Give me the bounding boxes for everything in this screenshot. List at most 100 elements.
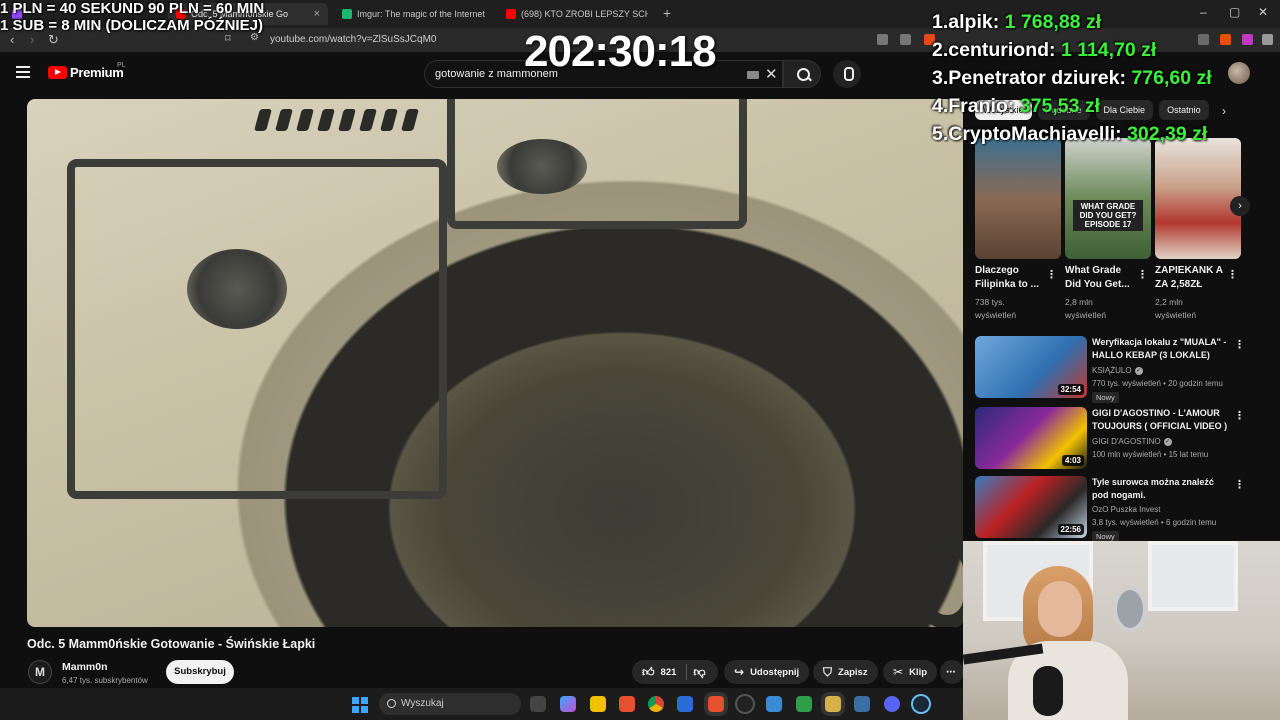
short-thumb-caption: WHAT GRADE DID YOU GET? EPISODE 17 — [1073, 200, 1143, 231]
chevron-right-icon[interactable]: › — [1222, 104, 1226, 118]
clip-button[interactable]: ✂ Klip — [883, 660, 938, 684]
channel-name[interactable]: Mamm0n — [62, 661, 108, 673]
app-icon[interactable] — [766, 696, 782, 712]
taskbar-search[interactable]: Wyszukaj — [379, 693, 521, 715]
obs-icon[interactable] — [737, 696, 753, 712]
stove-burner — [187, 249, 287, 329]
forward-icon[interactable]: › — [30, 32, 34, 47]
channel-avatar[interactable]: M — [28, 660, 52, 684]
more-vert-icon[interactable]: ⋮ — [1234, 478, 1245, 491]
youtube-logo-icon[interactable] — [48, 66, 67, 79]
extension-icon[interactable] — [1220, 34, 1231, 45]
rec-channel[interactable]: KSIĄŻULO ✓ — [1092, 366, 1143, 375]
rec-title[interactable]: Tyle surowca można znaleźć pod nogami. — [1092, 476, 1232, 501]
video-thumbnail[interactable]: 32:54 — [975, 336, 1087, 398]
thumbs-down-icon[interactable]: 👎︎ — [693, 665, 705, 680]
rec-channel[interactable]: GIGI D'AGOSTINO ✓ — [1092, 437, 1172, 446]
calculator-icon[interactable] — [854, 696, 870, 712]
close-window-icon[interactable]: ✕ — [1258, 5, 1268, 19]
rec-title[interactable]: GIGI D'AGOSTINO - L'AMOUR TOUJOURS ( OFF… — [1092, 407, 1232, 432]
hamburger-menu-icon[interactable] — [16, 66, 30, 78]
youtube-premium-logo-text[interactable]: Premium — [70, 65, 124, 80]
user-avatar[interactable] — [1228, 62, 1250, 84]
brave-icon[interactable] — [619, 696, 635, 712]
extension-icon[interactable] — [1242, 34, 1253, 45]
recommendation-item[interactable]: 32:54 Weryfikacja lokalu z "MUALA" - HAL… — [975, 336, 1275, 403]
streamer-webcam — [963, 541, 1280, 720]
pan-handle — [917, 539, 963, 627]
more-vert-icon[interactable]: ⋮ — [1234, 338, 1245, 351]
subscribe-button[interactable]: Subskrybuj — [166, 660, 234, 684]
url-field[interactable]: youtube.com/watch?v=ZlSuSsJCqM0 — [270, 34, 436, 45]
rec-channel[interactable]: OzO Puszka Invest — [1092, 505, 1160, 514]
video-thumbnail[interactable]: 22:56 — [975, 476, 1087, 538]
maximize-icon[interactable]: ▢ — [1229, 5, 1240, 19]
youtube-favicon-icon — [506, 9, 516, 19]
app-active-icon[interactable] — [825, 696, 841, 712]
rec-channel-name: GIGI D'AGOSTINO — [1092, 437, 1161, 446]
steam-icon[interactable] — [913, 696, 929, 712]
video-player[interactable] — [27, 99, 963, 627]
back-icon[interactable]: ‹ — [10, 32, 14, 47]
leader-name: Penetrator dziurek: — [948, 67, 1126, 89]
short-views: 738 tys. wyświetleń — [975, 297, 1017, 320]
file-explorer-icon[interactable] — [590, 696, 606, 712]
more-vert-icon[interactable]: ⋮ — [1227, 268, 1238, 281]
short-thumbnail[interactable] — [1155, 138, 1241, 259]
more-vert-icon[interactable]: ⋮ — [1234, 409, 1245, 422]
leader-amount: 1 114,70 zł — [1060, 39, 1157, 61]
screen: Odc. 5 Mamm0ńskie Go × Imgur: The magic … — [0, 0, 1280, 720]
keyboard-icon[interactable] — [747, 71, 759, 79]
shorts-next-button[interactable]: › — [1230, 196, 1250, 216]
more-vert-icon[interactable]: ⋮ — [1046, 268, 1057, 281]
microphone — [1033, 666, 1063, 716]
short-thumbnail[interactable] — [975, 138, 1061, 259]
like-dislike-group: 👍︎ 821 👎︎ — [632, 660, 718, 684]
short-views: 2,2 mln wyświetleń — [1155, 297, 1197, 320]
close-tab-icon[interactable]: × — [314, 8, 320, 20]
windows-start-icon[interactable] — [352, 697, 368, 713]
more-vert-icon[interactable]: ⋮ — [1137, 268, 1148, 281]
share-arrow-icon: ↪ — [734, 665, 745, 679]
short-thumbnail[interactable]: WHAT GRADE DID YOU GET? EPISODE 17 — [1065, 138, 1151, 259]
search-button[interactable] — [783, 60, 821, 88]
video-duration: 32:54 — [1057, 384, 1084, 395]
short-title[interactable]: Dlaczego Filipinka to ... — [975, 264, 1045, 292]
browser-tab[interactable]: (698) KTO ZROBI LEPSZY SCHABOWY — [498, 3, 656, 25]
browser-menu-icon[interactable] — [1262, 34, 1273, 45]
voice-search-button[interactable] — [833, 60, 861, 88]
clear-search-icon[interactable]: ✕ — [765, 65, 778, 83]
thumbs-up-icon[interactable]: 👍︎ — [642, 665, 655, 680]
reload-icon[interactable]: ↻ — [48, 32, 59, 48]
short-title[interactable]: ZAPIEKANK A ZA 2,58ZŁ — [1155, 264, 1225, 292]
recommendation-item[interactable]: 4:03 GIGI D'AGOSTINO - L'AMOUR TOUJOURS … — [975, 407, 1275, 469]
chrome-icon[interactable] — [648, 696, 664, 712]
video-duration: 4:03 — [1061, 455, 1084, 466]
share-button[interactable]: ↪ Udostępnij — [724, 660, 810, 684]
leader-rank: 1. — [932, 11, 949, 33]
rec-title[interactable]: Weryfikacja lokalu z "MUALA" - HALLO KEB… — [1092, 336, 1232, 361]
save-button[interactable]: ⛉ Zapisz — [813, 660, 878, 684]
browser-tab[interactable]: Imgur: The magic of the Internet — [334, 3, 496, 25]
task-view-icon[interactable] — [530, 696, 546, 712]
brave-active-icon[interactable] — [708, 696, 724, 712]
stove-vents — [254, 109, 437, 139]
rec-channel-name: KSIĄŻULO — [1092, 366, 1132, 375]
hand-mirror — [1113, 586, 1147, 632]
cast-icon[interactable] — [877, 34, 888, 45]
app-icon[interactable] — [796, 696, 812, 712]
more-horizontal-icon: ⋯ — [946, 666, 956, 678]
share-icon[interactable] — [900, 34, 911, 45]
short-title[interactable]: What Grade Did You Get... — [1065, 264, 1135, 292]
subscriber-count: 6,47 tys. subskrybentów — [62, 676, 148, 685]
leaderboard-row: 4.Franio: 375,53 zł — [932, 92, 1212, 120]
new-tab-icon[interactable]: + — [663, 5, 671, 21]
video-thumbnail[interactable]: 4:03 — [975, 407, 1087, 469]
recommendation-item[interactable]: 22:56 Tyle surowca można znaleźć pod nog… — [975, 476, 1275, 542]
store-icon[interactable] — [677, 696, 693, 712]
more-actions-button[interactable]: ⋯ — [940, 660, 964, 684]
leader-amount: 375,53 zł — [1019, 95, 1101, 117]
discord-icon[interactable] — [884, 696, 900, 712]
like-count[interactable]: 821 — [661, 667, 677, 678]
copilot-icon[interactable] — [560, 696, 576, 712]
